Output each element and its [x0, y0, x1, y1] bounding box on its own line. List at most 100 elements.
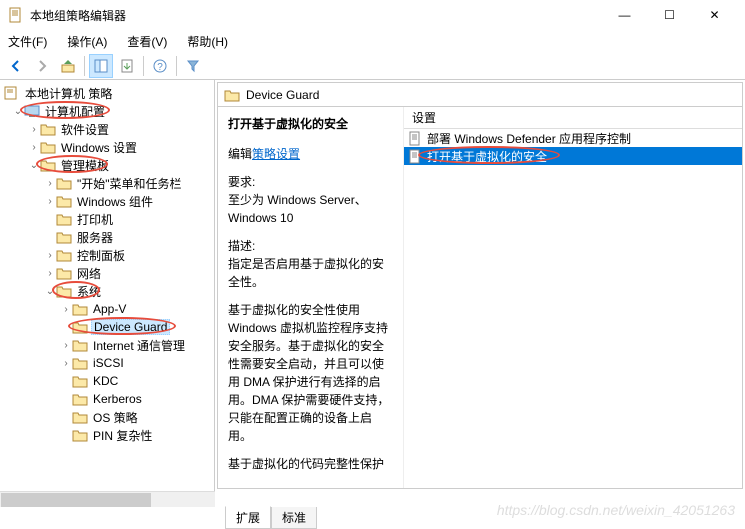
forward-button[interactable] [30, 54, 54, 78]
tree-label: Device Guard [91, 319, 170, 335]
tree-scrollbar[interactable] [0, 491, 215, 507]
chevron-right-icon[interactable]: › [44, 250, 56, 261]
tree-servers[interactable]: 服务器 [0, 228, 214, 246]
help-button[interactable]: ? [148, 54, 172, 78]
chevron-right-icon[interactable]: › [44, 268, 56, 279]
requirements-label: 要求: [228, 175, 255, 189]
list-item-vbs[interactable]: 打开基于虚拟化的安全 [404, 147, 742, 165]
chevron-down-icon[interactable]: ⌄ [12, 106, 24, 117]
folder-icon [56, 230, 72, 244]
chevron-right-icon[interactable]: › [28, 124, 40, 135]
list-column-header[interactable]: 设置 [404, 107, 742, 129]
chevron-right-icon[interactable]: › [60, 358, 72, 369]
tree-root[interactable]: 本地计算机 策略 [0, 84, 214, 102]
tree-pane[interactable]: 本地计算机 策略 ⌄ 计算机配置 › 软件设置 ›Windows 设置 ⌄管理模板… [0, 80, 215, 491]
minimize-button[interactable]: — [602, 1, 647, 29]
tree-label: OS 策略 [91, 409, 140, 426]
folder-icon [72, 356, 88, 370]
app-icon [8, 7, 24, 23]
setting-title: 打开基于虚拟化的安全 [228, 115, 393, 133]
tree-control-panel[interactable]: › 控制面板 [0, 246, 214, 264]
tree-windows-components[interactable]: ›Windows 组件 [0, 192, 214, 210]
policy-icon [4, 86, 20, 100]
list-item-label: 部署 Windows Defender 应用程序控制 [427, 130, 631, 147]
menu-help[interactable]: 帮助(H) [183, 31, 232, 52]
tree-label: iSCSI [91, 356, 126, 370]
tree-admin-templates[interactable]: ⌄管理模板 [0, 156, 214, 174]
chevron-down-icon[interactable]: ⌄ [28, 160, 40, 171]
tree-label: "开始"菜单和任务栏 [75, 175, 184, 192]
folder-icon [56, 284, 72, 298]
list-item-deploy-wdac[interactable]: 部署 Windows Defender 应用程序控制 [404, 129, 742, 147]
policy-icon [408, 149, 423, 164]
tree-label: 服务器 [75, 229, 115, 246]
content-area: 本地计算机 策略 ⌄ 计算机配置 › 软件设置 ›Windows 设置 ⌄管理模板… [0, 80, 745, 491]
menu-file[interactable]: 文件(F) [4, 31, 51, 52]
tree-os-policies[interactable]: OS 策略 [0, 408, 214, 426]
folder-icon [40, 140, 56, 154]
filter-button[interactable] [181, 54, 205, 78]
computer-icon [24, 104, 40, 118]
close-button[interactable]: ✕ [692, 1, 737, 29]
tree-label: App-V [91, 302, 128, 316]
titlebar: 本地组策略编辑器 — ☐ ✕ [0, 0, 745, 30]
description-panel: 打开基于虚拟化的安全 编辑策略设置 要求:至少为 Windows Server、… [218, 107, 403, 488]
folder-icon [56, 248, 72, 262]
menu-view[interactable]: 查看(V) [123, 31, 171, 52]
tree-network[interactable]: › 网络 [0, 264, 214, 282]
chevron-right-icon[interactable]: › [44, 196, 56, 207]
chevron-right-icon[interactable]: › [28, 142, 40, 153]
folder-icon [56, 212, 72, 226]
list-item-label: 打开基于虚拟化的安全 [427, 148, 547, 165]
show-hide-button[interactable] [89, 54, 113, 78]
settings-list[interactable]: 设置 部署 Windows Defender 应用程序控制 打开基于虚拟化的安全 [403, 107, 742, 488]
folder-icon [72, 410, 88, 424]
tree-label: 软件设置 [59, 121, 111, 138]
tree-windows-settings[interactable]: ›Windows 设置 [0, 138, 214, 156]
export-list-button[interactable] [115, 54, 139, 78]
tree-label: KDC [91, 374, 120, 388]
description-para-1: 基于虚拟化的安全性使用 Windows 虚拟机监控程序支持安全服务。基于虚拟化的… [228, 301, 393, 445]
chevron-right-icon[interactable]: › [60, 340, 72, 351]
tree-root-label: 本地计算机 策略 [23, 85, 114, 102]
watermark: https://blog.csdn.net/weixin_42051263 [497, 502, 735, 518]
maximize-button[interactable]: ☐ [647, 1, 692, 29]
tab-extended[interactable]: 扩展 [225, 506, 271, 529]
folder-icon [72, 302, 88, 316]
tree-pin[interactable]: PIN 复杂性 [0, 426, 214, 444]
svg-text:?: ? [157, 62, 163, 73]
tree-iscsi[interactable]: › iSCSI [0, 354, 214, 372]
tree-label: Internet 通信管理 [91, 337, 187, 354]
tree-printers[interactable]: 打印机 [0, 210, 214, 228]
description-label: 描述: [228, 239, 255, 253]
tree-software-settings[interactable]: › 软件设置 [0, 120, 214, 138]
tree-system[interactable]: ⌄系统 [0, 282, 214, 300]
edit-policy-link[interactable]: 策略设置 [252, 147, 300, 161]
toolbar: ? [0, 52, 745, 80]
tree-kerberos[interactable]: Kerberos [0, 390, 214, 408]
description-para-2: 基于虚拟化的代码完整性保护 [228, 455, 393, 473]
tree-start-taskbar[interactable]: › "开始"菜单和任务栏 [0, 174, 214, 192]
chevron-down-icon[interactable]: ⌄ [44, 286, 56, 297]
tree-internet-comm[interactable]: › Internet 通信管理 [0, 336, 214, 354]
tree-label: 计算机配置 [43, 103, 107, 120]
tab-standard[interactable]: 标准 [271, 507, 317, 529]
menu-action[interactable]: 操作(A) [63, 31, 111, 52]
chevron-right-icon[interactable]: › [60, 304, 72, 315]
tree-label: 控制面板 [75, 247, 127, 264]
tree-label: 打印机 [75, 211, 115, 228]
back-button[interactable] [4, 54, 28, 78]
folder-icon [56, 194, 72, 208]
tree-kdc[interactable]: KDC [0, 372, 214, 390]
tree-label: 网络 [75, 265, 103, 282]
folder-icon [40, 158, 56, 172]
tree-device-guard[interactable]: Device Guard [0, 318, 214, 336]
tree-appv[interactable]: › App-V [0, 300, 214, 318]
up-button[interactable] [56, 54, 80, 78]
chevron-right-icon[interactable]: › [44, 178, 56, 189]
tree-label: PIN 复杂性 [91, 427, 154, 444]
tree-computer-config[interactable]: ⌄ 计算机配置 [0, 102, 214, 120]
folder-icon [72, 320, 88, 334]
list-header-label: 设置 [412, 109, 436, 126]
policy-icon [408, 131, 423, 146]
